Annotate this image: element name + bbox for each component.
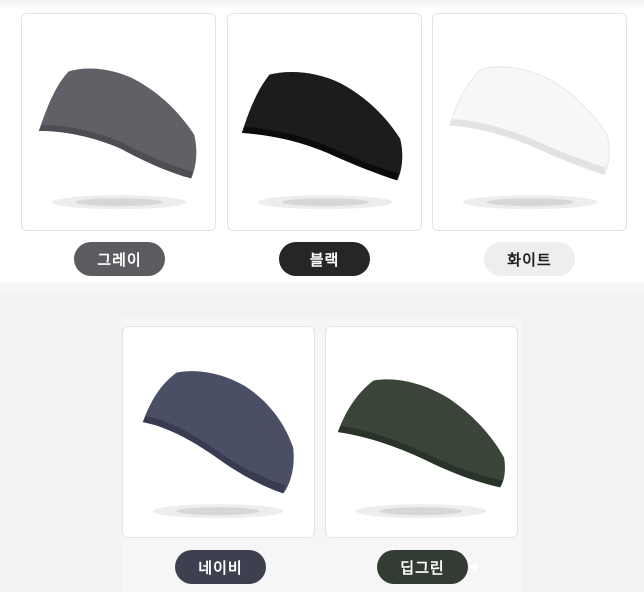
color-label-black: 블랙 [279,242,370,276]
headband-image-gray [38,68,197,210]
headband-image-white [449,66,610,210]
headband-image-deepgreen [337,379,505,519]
product-card-gray[interactable] [21,13,216,231]
color-label-navy: 네이비 [175,550,266,584]
color-label-deepgreen-text: 딥그린 [400,558,445,577]
color-label-gray: 그레이 [74,242,165,276]
product-card-navy[interactable] [122,326,315,538]
row-divider [0,282,644,318]
color-label-white: 화이트 [484,242,575,276]
product-card-white[interactable] [432,13,627,231]
color-label-deepgreen: 딥그린 [377,550,477,584]
top-divider [0,0,644,8]
pill-pointer-icon [468,562,477,572]
product-card-deepgreen[interactable] [325,326,518,538]
headband-image-navy [142,371,294,519]
bottom-row-background [0,318,644,592]
headband-image-black [241,71,403,210]
product-card-black[interactable] [227,13,422,231]
